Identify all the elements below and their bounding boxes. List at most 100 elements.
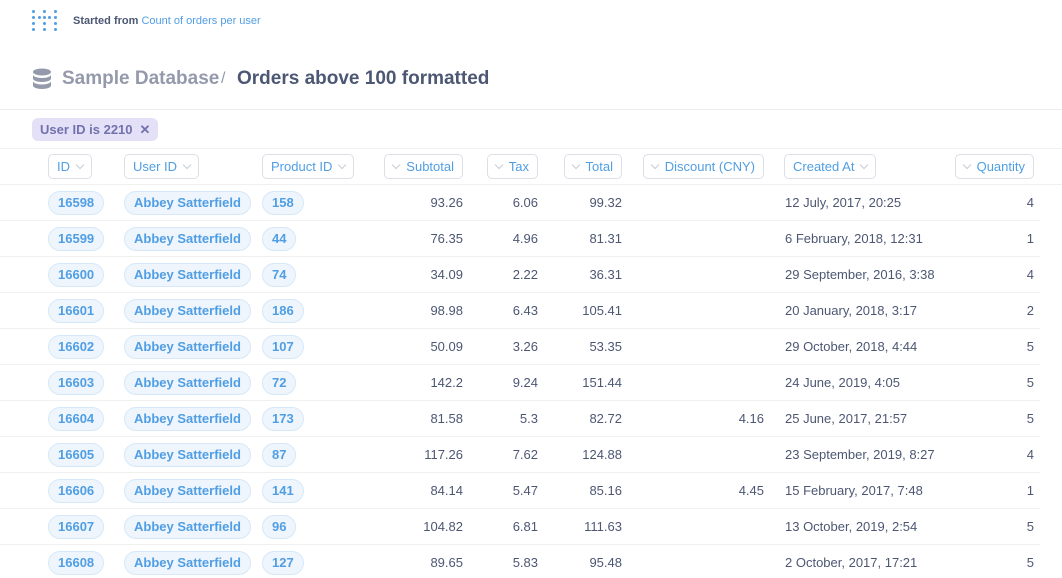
user-id-cell[interactable]: Abbey Satterfield <box>124 443 251 467</box>
column-header-label: Product ID <box>271 159 333 174</box>
database-icon <box>33 68 51 89</box>
chevron-down-icon <box>650 160 659 170</box>
filter-bar: User ID is 2210 ✕ <box>0 110 1062 149</box>
subtotal-cell: 76.35 <box>430 231 463 246</box>
id-cell[interactable]: 16605 <box>48 443 105 467</box>
product-id-cell[interactable]: 173 <box>262 407 304 431</box>
created-at-cell: 12 July, 2017, 20:25 <box>785 195 902 210</box>
user-id-cell[interactable]: Abbey Satterfield <box>124 227 251 251</box>
column-header-total[interactable]: Total <box>563 154 622 179</box>
total-cell: 99.32 <box>589 195 622 210</box>
tax-cell: 2.22 <box>512 267 538 282</box>
id-cell[interactable]: 16598 <box>48 191 105 215</box>
title-bar: Sample Database / Orders above 100 forma… <box>0 60 1062 110</box>
column-header-label: User ID <box>133 159 178 174</box>
user-id-cell[interactable]: Abbey Satterfield <box>124 407 251 431</box>
user-id-cell[interactable]: Abbey Satterfield <box>124 515 251 539</box>
subtotal-cell: 98.98 <box>430 303 463 318</box>
id-cell[interactable]: 16599 <box>48 227 105 251</box>
column-header-discount[interactable]: Discount (CNY) <box>642 154 764 179</box>
column-header-subtotal[interactable]: Subtotal <box>384 154 463 179</box>
created-at-cell: 15 February, 2017, 7:48 <box>785 483 923 498</box>
close-icon[interactable]: ✕ <box>140 118 151 141</box>
column-header-user-id[interactable]: User ID <box>124 154 200 179</box>
user-id-cell[interactable]: Abbey Satterfield <box>124 479 251 503</box>
chevron-down-icon <box>392 160 401 170</box>
tax-cell: 4.96 <box>512 231 538 246</box>
started-from-link[interactable]: Count of orders per user <box>141 15 260 27</box>
quantity-cell: 4 <box>1026 195 1034 210</box>
subtotal-cell: 84.14 <box>430 483 463 498</box>
column-header-label: Created At <box>793 159 855 174</box>
started-from: Started from Count of orders per user <box>73 15 261 27</box>
id-cell[interactable]: 16601 <box>48 299 105 323</box>
product-id-cell[interactable]: 186 <box>262 299 304 323</box>
created-at-cell: 25 June, 2017, 21:57 <box>785 411 908 426</box>
chevron-down-icon <box>571 160 580 170</box>
column-header-product-id[interactable]: Product ID <box>262 154 355 179</box>
quantity-cell: 1 <box>1026 483 1034 498</box>
product-id-cell[interactable]: 72 <box>262 371 297 395</box>
chevron-down-icon <box>494 160 504 170</box>
created-at-cell: 6 February, 2018, 12:31 <box>785 231 923 246</box>
chevron-down-icon <box>860 160 869 170</box>
table-row: 16606 Abbey Satterfield 141 84.14 5.47 8… <box>0 473 1040 509</box>
product-id-cell[interactable]: 158 <box>262 191 304 215</box>
discount-cell: 4.45 <box>738 483 764 498</box>
subtotal-cell: 34.09 <box>430 267 463 282</box>
created-at-cell: 2 October, 2017, 17:21 <box>785 555 918 570</box>
total-cell: 53.35 <box>589 339 622 354</box>
id-cell[interactable]: 16600 <box>48 263 105 287</box>
product-id-cell[interactable]: 127 <box>262 551 304 575</box>
total-cell: 151.44 <box>582 375 622 390</box>
chevron-down-icon <box>338 160 347 170</box>
column-header-created-at[interactable]: Created At <box>784 154 877 179</box>
user-id-cell[interactable]: Abbey Satterfield <box>124 371 251 395</box>
page-title: Orders above 100 formatted <box>237 68 490 89</box>
subtotal-cell: 93.26 <box>430 195 463 210</box>
product-id-cell[interactable]: 107 <box>262 335 304 359</box>
user-id-cell[interactable]: Abbey Satterfield <box>124 191 251 215</box>
quantity-cell: 4 <box>1026 267 1034 282</box>
column-header-label: ID <box>57 159 70 174</box>
user-id-cell[interactable]: Abbey Satterfield <box>124 335 251 359</box>
user-id-cell[interactable]: Abbey Satterfield <box>124 299 251 323</box>
table-row: 16607 Abbey Satterfield 96 104.82 6.81 1… <box>0 509 1040 545</box>
filter-label: User ID is 2210 <box>40 122 133 137</box>
tax-cell: 7.62 <box>512 447 538 462</box>
column-header-label: Quantity <box>976 159 1025 174</box>
id-cell[interactable]: 16604 <box>48 407 105 431</box>
id-cell[interactable]: 16608 <box>48 551 105 575</box>
column-header-label: Discount (CNY) <box>664 159 755 174</box>
id-cell[interactable]: 16606 <box>48 479 105 503</box>
quantity-cell: 4 <box>1026 447 1034 462</box>
product-id-cell[interactable]: 74 <box>262 263 297 287</box>
created-at-cell: 20 January, 2018, 3:17 <box>785 303 918 318</box>
quantity-cell: 5 <box>1026 411 1034 426</box>
quantity-cell: 5 <box>1026 339 1034 354</box>
column-header-quantity[interactable]: Quantity <box>954 154 1034 179</box>
table-header: ID User ID Product ID Subtotal Tax Total… <box>0 149 1062 185</box>
product-id-cell[interactable]: 87 <box>262 443 297 467</box>
quantity-cell: 1 <box>1026 231 1034 246</box>
user-id-cell[interactable]: Abbey Satterfield <box>124 551 251 575</box>
tax-cell: 5.3 <box>519 411 538 426</box>
id-cell[interactable]: 16607 <box>48 515 105 539</box>
breadcrumb-database[interactable]: Sample Database <box>62 68 219 90</box>
total-cell: 111.63 <box>584 519 622 534</box>
tax-cell: 6.43 <box>512 303 538 318</box>
product-id-cell[interactable]: 44 <box>262 227 297 251</box>
metabase-logo-icon[interactable] <box>32 8 58 36</box>
quantity-cell: 5 <box>1026 555 1034 570</box>
user-id-cell[interactable]: Abbey Satterfield <box>124 263 251 287</box>
product-id-cell[interactable]: 141 <box>262 479 304 503</box>
filter-pill[interactable]: User ID is 2210 ✕ <box>32 118 159 141</box>
product-id-cell[interactable]: 96 <box>262 515 297 539</box>
column-header-label: Subtotal <box>406 159 454 174</box>
table-row: 16600 Abbey Satterfield 74 34.09 2.22 36… <box>0 257 1040 293</box>
column-header-id[interactable]: ID <box>48 154 92 179</box>
column-header-label: Tax <box>508 159 529 174</box>
column-header-tax[interactable]: Tax <box>486 154 538 179</box>
id-cell[interactable]: 16602 <box>48 335 105 359</box>
id-cell[interactable]: 16603 <box>48 371 105 395</box>
